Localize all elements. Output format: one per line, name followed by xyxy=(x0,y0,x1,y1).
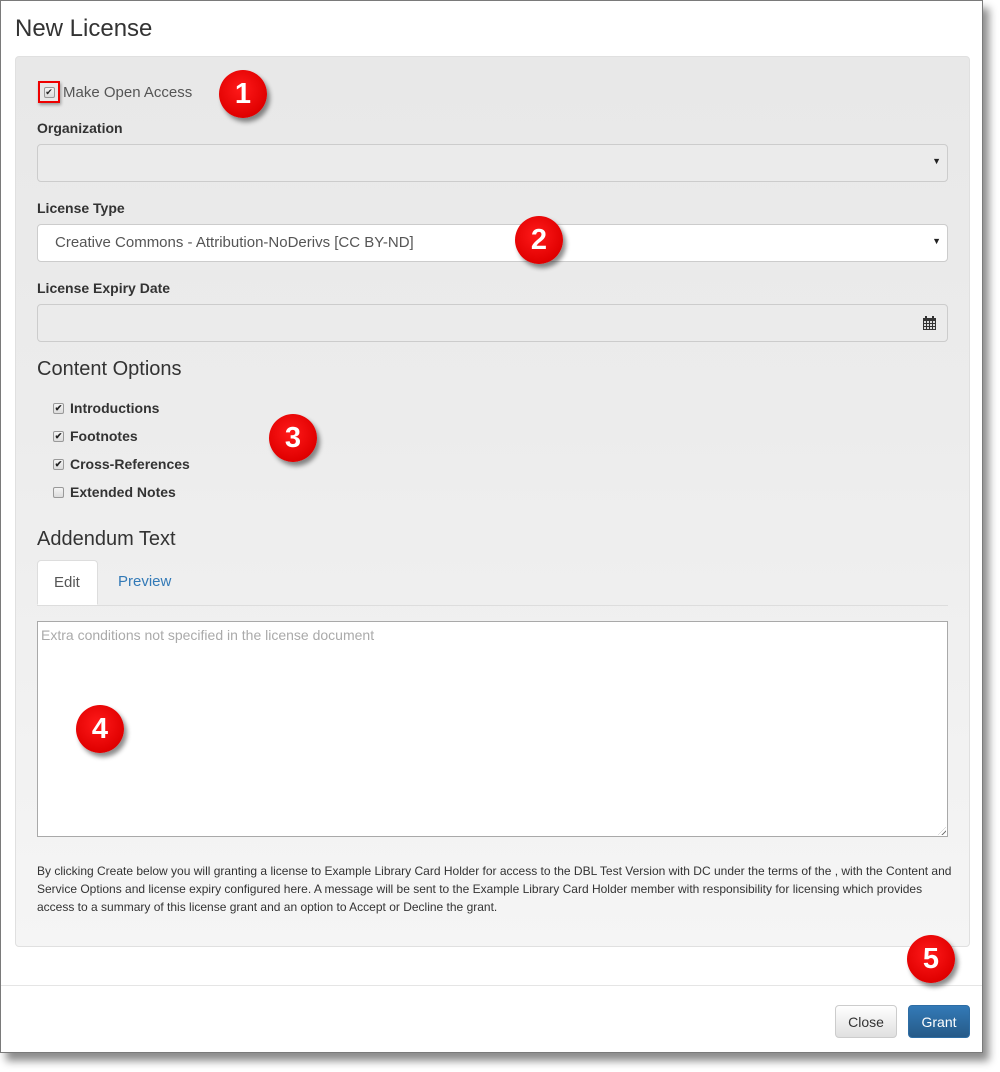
grant-disclaimer-text: By clicking Create below you will granti… xyxy=(37,864,952,914)
organization-label: Organization xyxy=(37,120,123,136)
new-license-modal: New License Make Open Access Organizatio… xyxy=(0,0,983,1053)
tab-preview[interactable]: Preview xyxy=(102,560,187,605)
content-option-introductions[interactable]: Introductions xyxy=(53,394,190,422)
make-open-access-label: Make Open Access xyxy=(63,83,193,101)
content-option-footnotes[interactable]: Footnotes xyxy=(53,422,190,450)
tab-edit[interactable]: Edit xyxy=(37,560,98,605)
make-open-access-row[interactable]: Make Open Access xyxy=(38,81,192,103)
modal-title: New License xyxy=(15,15,153,42)
cross-references-checkbox[interactable] xyxy=(53,458,64,470)
grant-button[interactable]: Grant xyxy=(908,1005,970,1038)
content-option-label: Introductions xyxy=(70,400,160,416)
introductions-checkbox[interactable] xyxy=(53,402,64,414)
content-option-cross-references[interactable]: Cross-References xyxy=(53,450,190,478)
license-type-select[interactable]: Creative Commons - Attribution-NoDerivs … xyxy=(37,224,948,262)
addendum-tabs: Edit Preview xyxy=(37,560,948,606)
license-type-value: Creative Commons - Attribution-NoDerivs … xyxy=(55,234,414,251)
make-open-access-checkbox[interactable] xyxy=(43,86,55,98)
expiry-date-input[interactable] xyxy=(37,304,948,342)
callout-badge-2: 2 xyxy=(515,216,563,264)
content-options-title: Content Options xyxy=(37,358,182,380)
content-option-extended-notes[interactable]: Extended Notes xyxy=(53,478,190,506)
content-option-label: Extended Notes xyxy=(70,484,176,500)
callout-badge-5: 5 xyxy=(907,935,955,983)
highlight-box xyxy=(38,81,60,103)
license-type-label: License Type xyxy=(37,200,125,216)
addendum-textarea[interactable]: Extra conditions not specified in the li… xyxy=(37,621,948,837)
resize-grip-icon[interactable] xyxy=(938,827,946,835)
callout-badge-4: 4 xyxy=(76,705,124,753)
chevron-down-icon: ▼ xyxy=(932,236,941,246)
organization-select[interactable]: ▼ xyxy=(37,144,948,182)
license-form-panel: Make Open Access Organization ▼ License … xyxy=(15,56,970,947)
addendum-placeholder: Extra conditions not specified in the li… xyxy=(41,627,375,643)
footnotes-checkbox[interactable] xyxy=(53,430,64,442)
content-option-label: Cross-References xyxy=(70,456,190,472)
callout-badge-1: 1 xyxy=(219,70,267,118)
content-option-label: Footnotes xyxy=(70,428,138,444)
close-button[interactable]: Close xyxy=(835,1005,897,1038)
chevron-down-icon: ▼ xyxy=(932,156,941,166)
content-options-list: Introductions Footnotes Cross-References… xyxy=(53,394,190,506)
extended-notes-checkbox[interactable] xyxy=(53,486,64,498)
expiry-date-label: License Expiry Date xyxy=(37,280,171,296)
calendar-icon[interactable] xyxy=(923,316,936,330)
addendum-title: Addendum Text xyxy=(37,528,176,550)
footer-divider xyxy=(1,985,982,986)
callout-badge-3: 3 xyxy=(269,414,317,462)
